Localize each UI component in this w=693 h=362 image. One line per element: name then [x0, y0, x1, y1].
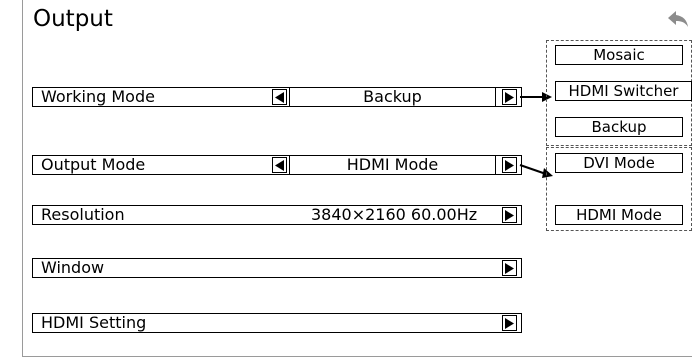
working-mode-options-panel: Mosaic HDMI Switcher Backup	[546, 40, 692, 146]
option-backup[interactable]: Backup	[555, 117, 683, 137]
option-hdmi-mode[interactable]: HDMI Mode	[555, 205, 683, 225]
option-dvi-mode[interactable]: DVI Mode	[555, 153, 683, 173]
option-hdmi-switcher[interactable]: HDMI Switcher	[555, 81, 692, 101]
option-mosaic[interactable]: Mosaic	[555, 45, 683, 65]
output-mode-options-panel: DVI Mode HDMI Mode	[546, 147, 692, 231]
